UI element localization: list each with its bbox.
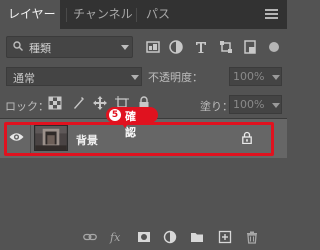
- fx-icon[interactable]: fx: [109, 230, 123, 244]
- callout-badge: 5 確 認: [106, 107, 158, 139]
- chevron-down-icon: [121, 45, 129, 50]
- chevron-down-icon: [131, 75, 139, 80]
- shape-icon[interactable]: [218, 39, 234, 55]
- tab-divider: [66, 8, 67, 22]
- search-icon: [13, 41, 23, 51]
- layer-filter-select[interactable]: 種類: [6, 36, 133, 58]
- opacity-field[interactable]: 100%: [229, 67, 282, 86]
- tab-channels[interactable]: チャンネル: [73, 0, 133, 29]
- type-icon[interactable]: [193, 39, 209, 55]
- lock-transparent-pixels-icon[interactable]: [48, 96, 62, 110]
- filter-kind-label: 種類: [29, 42, 51, 55]
- tab-layers[interactable]: レイヤー: [0, 0, 60, 29]
- link-icon[interactable]: [83, 230, 97, 244]
- lock-label: ロック：: [5, 100, 49, 113]
- blend-mode-value: 通常: [13, 72, 35, 85]
- svg-text:fx: fx: [109, 231, 121, 244]
- adjustment-layer-icon[interactable]: [163, 230, 177, 244]
- trash-icon[interactable]: [245, 230, 259, 244]
- tab-paths[interactable]: パス: [146, 0, 170, 29]
- adjustment-icon[interactable]: [168, 39, 184, 55]
- panel-menu-icon[interactable]: [265, 9, 278, 19]
- blend-mode-select[interactable]: 通常: [6, 67, 142, 86]
- lock-image-pixels-icon[interactable]: [71, 96, 85, 110]
- opacity-value: 100%: [233, 70, 265, 83]
- new-layer-icon[interactable]: [218, 230, 232, 244]
- fill-value: 100%: [233, 98, 265, 111]
- group-folder-icon[interactable]: [190, 230, 204, 244]
- mask-icon[interactable]: [137, 230, 151, 244]
- chevron-down-icon: [272, 103, 280, 108]
- callout-text: 確 認: [125, 110, 139, 139]
- fill-field[interactable]: 100%: [229, 95, 282, 114]
- tab-divider: [136, 8, 137, 22]
- lock-position-icon[interactable]: [93, 96, 107, 110]
- image-icon[interactable]: [145, 39, 161, 55]
- smart-object-icon[interactable]: [242, 39, 258, 55]
- chevron-down-icon: [272, 75, 280, 80]
- opacity-label: 不透明度：: [148, 71, 203, 84]
- callout-number: 5: [109, 109, 121, 121]
- filter-toggle-icon[interactable]: [266, 39, 282, 55]
